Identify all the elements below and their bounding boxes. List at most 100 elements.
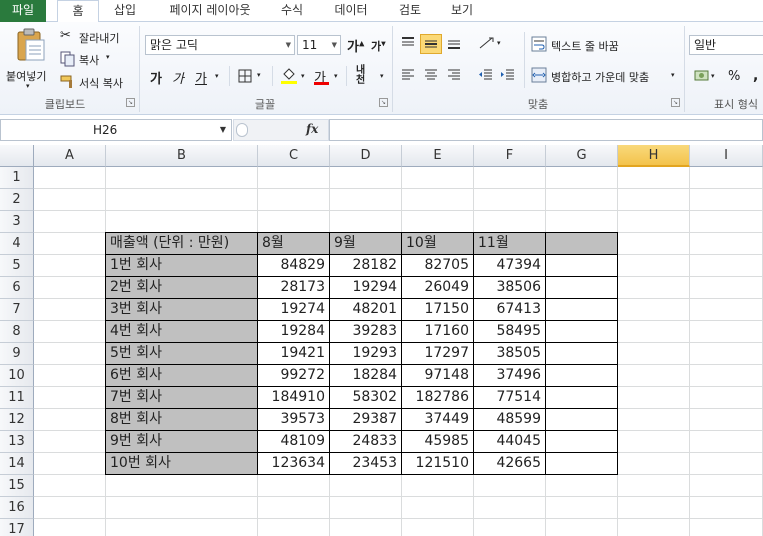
table-cell[interactable] [545, 364, 618, 387]
table-header-cell[interactable]: 11월 [473, 232, 546, 255]
phonetic-button[interactable]: 내천 [356, 66, 370, 86]
table-cell[interactable]: 48109 [257, 430, 330, 453]
decrease-indent-button[interactable] [478, 68, 496, 84]
table-header-cell[interactable]: 9월 [329, 232, 402, 255]
table-cell[interactable] [545, 298, 618, 321]
table-cell[interactable]: 97148 [401, 364, 474, 387]
percent-style-button[interactable]: % [728, 69, 740, 84]
dialog-launcher-icon[interactable]: ↘ [379, 98, 388, 107]
table-cell[interactable]: 58495 [473, 320, 546, 343]
tab-formulas[interactable]: 수식 [276, 0, 308, 22]
table-cell[interactable] [545, 342, 618, 365]
chevron-down-icon[interactable]: ▾ [215, 72, 219, 80]
table-cell[interactable] [545, 276, 618, 299]
italic-button[interactable]: 가 [172, 68, 184, 87]
table-cell[interactable]: 37496 [473, 364, 546, 387]
table-cell[interactable]: 38506 [473, 276, 546, 299]
tab-review[interactable]: 검토 [390, 0, 430, 22]
row-label-cell[interactable]: 4번 회사 [105, 320, 258, 343]
table-cell[interactable] [545, 452, 618, 475]
align-left-button[interactable] [400, 68, 418, 84]
tab-page-layout[interactable]: 페이지 레이아웃 [160, 0, 260, 22]
table-cell[interactable]: 77514 [473, 386, 546, 409]
table-cell[interactable]: 182786 [401, 386, 474, 409]
increase-indent-button[interactable] [500, 68, 518, 84]
table-cell[interactable]: 121510 [401, 452, 474, 475]
font-name-combo[interactable]: 맑은 고딕 ▼ [145, 35, 295, 55]
row-label-cell[interactable]: 1번 회사 [105, 254, 258, 277]
number-format-combo[interactable]: 일반 [689, 35, 763, 55]
underline-button[interactable]: 가 [195, 68, 207, 87]
table-header-cell[interactable]: 매출액 (단위 : 만원) [105, 232, 258, 255]
tab-home[interactable]: 홈 [57, 0, 99, 23]
splitter-handle[interactable] [236, 123, 248, 137]
table-cell[interactable]: 19421 [257, 342, 330, 365]
table-cell[interactable]: 47394 [473, 254, 546, 277]
table-cell[interactable]: 45985 [401, 430, 474, 453]
format-painter-button[interactable]: 서식 복사 [60, 73, 135, 91]
font-size-combo[interactable]: 11 ▼ [297, 35, 341, 55]
table-cell[interactable]: 24833 [329, 430, 402, 453]
table-cell[interactable]: 48599 [473, 408, 546, 431]
grow-font-button[interactable]: 가▲ [347, 36, 364, 55]
table-cell[interactable]: 58302 [329, 386, 402, 409]
align-middle-button[interactable] [420, 34, 442, 54]
accounting-format-button[interactable]: ▾ [694, 68, 720, 86]
align-top-button[interactable] [400, 36, 418, 52]
table-cell[interactable]: 84829 [257, 254, 330, 277]
table-cell[interactable]: 17297 [401, 342, 474, 365]
bold-button[interactable]: 가 [150, 68, 162, 87]
table-cell[interactable]: 82705 [401, 254, 474, 277]
table-cell[interactable] [545, 386, 618, 409]
tab-data[interactable]: 데이터 [328, 0, 374, 22]
table-cell[interactable]: 28173 [257, 276, 330, 299]
table-cell[interactable]: 26049 [401, 276, 474, 299]
table-cell[interactable]: 19293 [329, 342, 402, 365]
table-cell[interactable]: 29387 [329, 408, 402, 431]
tab-view[interactable]: 보기 [442, 0, 482, 22]
table-cell[interactable]: 99272 [257, 364, 330, 387]
copy-button[interactable]: 복사 ▾ [60, 50, 116, 68]
table-cell[interactable]: 18284 [329, 364, 402, 387]
table-cell[interactable]: 17150 [401, 298, 474, 321]
cut-button[interactable]: ✂ 잘라내기 [60, 28, 132, 46]
table-cell[interactable] [545, 320, 618, 343]
dialog-launcher-icon[interactable]: ↘ [671, 98, 680, 107]
row-label-cell[interactable]: 10번 회사 [105, 452, 258, 475]
worksheet-grid[interactable]: ABCDEFGHI 1 2 3 4 5 6 7 8 9 10 11 12 13 14 15 16 17 매출액 … [0, 145, 763, 536]
tab-file[interactable]: 파일 [0, 0, 46, 22]
wrap-text-button[interactable]: 텍스트 줄 바꿈 [531, 36, 641, 54]
row-label-cell[interactable]: 9번 회사 [105, 430, 258, 453]
shrink-font-button[interactable]: 가▼ [371, 38, 386, 54]
table-cell[interactable]: 123634 [257, 452, 330, 475]
row-label-cell[interactable]: 2번 회사 [105, 276, 258, 299]
name-box[interactable]: H26 ▼ [0, 119, 232, 141]
table-cell[interactable]: 19274 [257, 298, 330, 321]
table-cell[interactable]: 44045 [473, 430, 546, 453]
table-header-cell[interactable] [545, 232, 618, 255]
table-cell[interactable] [545, 430, 618, 453]
merge-center-button[interactable]: 병합하고 가운데 맞춤 ▾ [531, 67, 681, 85]
table-cell[interactable]: 67413 [473, 298, 546, 321]
table-cell[interactable]: 28182 [329, 254, 402, 277]
table-cell[interactable]: 38505 [473, 342, 546, 365]
table-cell[interactable] [545, 254, 618, 277]
tab-insert[interactable]: 삽입 [109, 0, 141, 22]
table-header-cell[interactable]: 8월 [257, 232, 330, 255]
table-cell[interactable]: 39573 [257, 408, 330, 431]
dialog-launcher-icon[interactable]: ↘ [126, 98, 135, 107]
row-label-cell[interactable]: 3번 회사 [105, 298, 258, 321]
table-cell[interactable]: 184910 [257, 386, 330, 409]
insert-function-button[interactable]: fx [306, 122, 318, 136]
row-label-cell[interactable]: 5번 회사 [105, 342, 258, 365]
table-header-cell[interactable]: 10월 [401, 232, 474, 255]
chevron-down-icon[interactable]: ▾ [380, 72, 384, 80]
orientation-button[interactable]: ▾ [478, 36, 504, 52]
table-cell[interactable]: 48201 [329, 298, 402, 321]
align-right-button[interactable] [446, 68, 464, 84]
comma-style-button[interactable]: , [753, 68, 758, 84]
formula-input[interactable] [329, 119, 763, 141]
row-label-cell[interactable]: 6번 회사 [105, 364, 258, 387]
align-center-button[interactable] [423, 68, 441, 84]
row-label-cell[interactable]: 8번 회사 [105, 408, 258, 431]
